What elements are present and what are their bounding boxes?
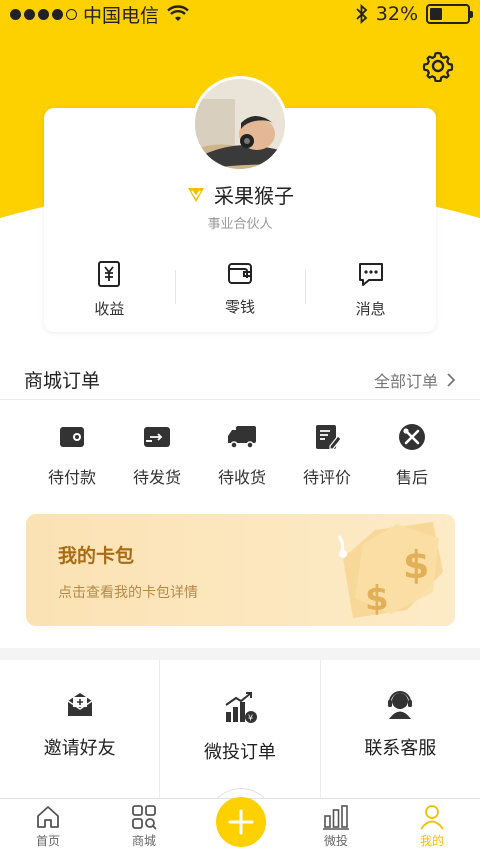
order-status-row: 待付款 待发货 待收货 待评价 售后 — [32, 422, 452, 488]
order-status-label: 售后 — [395, 468, 428, 487]
wifi-icon — [167, 5, 189, 21]
service-invite-friends[interactable]: 邀请好友 — [0, 660, 159, 800]
growth-chart-icon: ¥ — [225, 692, 257, 723]
home-icon — [37, 806, 59, 828]
order-pending-payment[interactable]: 待付款 — [32, 422, 112, 488]
quick-action-label: 消息 — [355, 300, 386, 318]
shop-grid-icon — [132, 805, 157, 830]
wallet-icon — [228, 263, 252, 284]
profile-name-row: 采果猴子 — [0, 180, 480, 209]
mall-orders-panel: 待付款 待发货 待收货 待评价 售后 我的卡包 点击查看我的卡包详情 $ $ — [0, 400, 480, 648]
vip-badge-icon — [188, 187, 204, 202]
message-icon — [358, 263, 383, 286]
battery-percent: 32% — [375, 3, 418, 25]
order-pending-receipt[interactable]: 待收货 — [202, 422, 282, 488]
all-orders-label: 全部订单 — [373, 371, 438, 391]
chevron-right-icon — [447, 372, 456, 387]
tab-mine[interactable]: 我的 — [384, 799, 480, 854]
all-orders-link[interactable]: 全部订单 — [374, 368, 456, 392]
bar-chart-icon — [323, 805, 349, 830]
svg-text:¥: ¥ — [248, 714, 253, 723]
tab-micro-invest[interactable]: 微投 — [288, 799, 384, 854]
tab-home[interactable]: 首页 — [0, 799, 96, 854]
mall-orders-title: 商城订单 — [24, 370, 101, 392]
user-icon — [420, 805, 444, 830]
service-micro-invest-orders[interactable]: ¥ 微投订单 — [159, 660, 319, 800]
yuan-receipt-icon — [98, 261, 121, 287]
tab-label: 首页 — [35, 834, 60, 848]
service-label: 邀请好友 — [43, 738, 116, 759]
status-bar: 中国电信 32% — [0, 0, 480, 28]
order-pending-review[interactable]: 待评价 — [287, 422, 367, 488]
card-wallet-banner[interactable]: 我的卡包 点击查看我的卡包详情 $ $ — [26, 514, 455, 626]
order-status-label: 待评价 — [302, 468, 351, 487]
mall-orders-header: 商城订单 全部订单 — [0, 360, 480, 400]
order-status-label: 待发货 — [132, 468, 181, 487]
service-label: 联系客服 — [364, 738, 437, 759]
plus-icon — [228, 809, 254, 835]
signal-strength-icon — [10, 8, 77, 20]
tab-label: 商城 — [131, 834, 156, 848]
order-pending-shipment[interactable]: 待发货 — [117, 422, 197, 488]
tab-mall[interactable]: 商城 — [96, 799, 192, 854]
invite-mail-icon — [67, 693, 93, 716]
tools-icon — [399, 424, 425, 450]
order-status-label: 待付款 — [47, 468, 96, 487]
carrier-name: 中国电信 — [83, 4, 160, 27]
wallet-pay-icon — [60, 427, 84, 447]
quick-action-label: 收益 — [94, 300, 125, 318]
add-button[interactable] — [216, 797, 266, 847]
profile-role: 事业合伙人 — [207, 217, 273, 232]
avatar[interactable] — [192, 76, 288, 172]
price-tag-illustration: $ $ — [337, 522, 443, 619]
card-wallet-subtitle: 点击查看我的卡包详情 — [58, 585, 198, 601]
svg-text:$: $ — [365, 579, 389, 619]
profile-name: 采果猴子 — [214, 184, 294, 208]
edit-doc-icon — [316, 425, 342, 450]
card-wallet-title: 我的卡包 — [58, 545, 135, 567]
svg-text:$: $ — [403, 543, 429, 587]
tab-label: 我的 — [419, 834, 444, 848]
service-label: 微投订单 — [203, 742, 276, 763]
gear-icon — [422, 51, 454, 83]
card-ship-icon — [144, 427, 170, 447]
customer-service-icon — [388, 691, 413, 719]
truck-icon — [228, 426, 256, 449]
order-status-label: 待收货 — [217, 468, 266, 487]
order-after-sales[interactable]: 售后 — [372, 422, 452, 488]
settings-button[interactable] — [422, 50, 454, 83]
service-customer-support[interactable]: 联系客服 — [319, 660, 480, 800]
quick-action-change[interactable]: 零钱 — [174, 260, 306, 319]
tab-label: 微投 — [323, 834, 348, 848]
quick-action-income[interactable]: 收益 — [44, 260, 175, 319]
bluetooth-icon — [356, 4, 368, 24]
quick-action-messages[interactable]: 消息 — [305, 260, 436, 319]
quick-action-label: 零钱 — [225, 298, 256, 316]
battery-icon — [426, 4, 473, 24]
quick-actions: 收益 零钱 消息 — [44, 260, 436, 319]
services-grid: 邀请好友 ¥ 微投订单 联系客服 — [0, 660, 480, 800]
